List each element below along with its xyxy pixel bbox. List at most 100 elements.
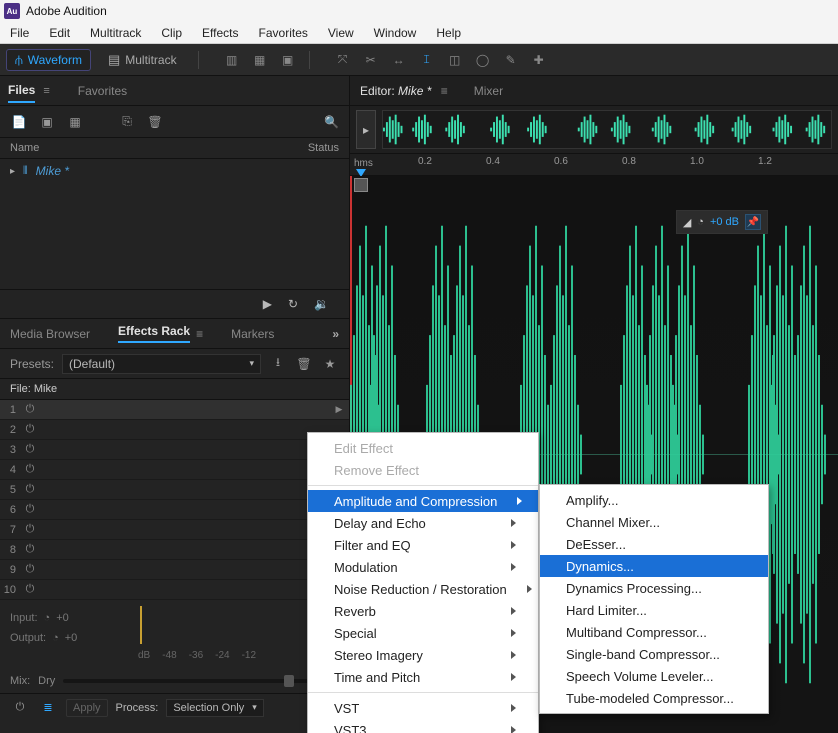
- tab-mixer[interactable]: Mixer: [474, 84, 503, 98]
- mode-waveform-button[interactable]: ⫛ Waveform: [6, 49, 91, 71]
- slot-power-icon[interactable]: ⏻: [20, 563, 40, 576]
- gain-hud[interactable]: ◢ ◔ +0 dB 📌: [676, 210, 768, 234]
- menu-item[interactable]: Dynamics...: [540, 555, 768, 577]
- fade-in-icon[interactable]: ◢: [683, 216, 691, 229]
- effects-slot[interactable]: 2⏻: [0, 420, 349, 440]
- marquee-tool-icon[interactable]: ◫: [446, 51, 464, 69]
- move-tool-icon[interactable]: ⤧: [334, 51, 352, 69]
- heal-tool-icon[interactable]: ✚: [530, 51, 548, 69]
- menu-item[interactable]: DeEsser...: [540, 533, 768, 555]
- spectral-toggle-icon[interactable]: ▥: [223, 51, 241, 69]
- menu-favorites[interactable]: Favorites: [249, 24, 318, 42]
- file-row[interactable]: ▸ ⫴ Mike *: [6, 161, 343, 181]
- menu-item[interactable]: Single-band Compressor...: [540, 643, 768, 665]
- tab-markers[interactable]: Markers: [231, 327, 274, 341]
- open-file-icon[interactable]: 📄: [10, 113, 28, 131]
- menu-item[interactable]: VST: [308, 697, 538, 719]
- col-name[interactable]: Name: [10, 142, 308, 154]
- menu-bar[interactable]: File Edit Multitrack Clip Effects Favori…: [0, 22, 838, 44]
- overview-play-icon[interactable]: ▸: [356, 110, 376, 149]
- slot-power-icon[interactable]: ⏻: [20, 583, 40, 596]
- menu-view[interactable]: View: [318, 24, 364, 42]
- process-dropdown[interactable]: Selection Only ▾: [166, 699, 263, 717]
- tab-media-browser[interactable]: Media Browser: [10, 327, 90, 341]
- delete-preset-icon[interactable]: 🗑: [295, 355, 313, 373]
- slot-power-icon[interactable]: ⏻: [20, 503, 40, 516]
- menu-multitrack[interactable]: Multitrack: [80, 24, 151, 42]
- menu-help[interactable]: Help: [426, 24, 471, 42]
- menu-item[interactable]: Filter and EQ: [308, 534, 538, 556]
- effects-slot[interactable]: 1⏻▶: [0, 400, 349, 420]
- pin-icon[interactable]: 📌: [745, 214, 761, 230]
- effects-slot[interactable]: 10⏻: [0, 580, 349, 600]
- menu-item[interactable]: Amplitude and Compression: [308, 490, 538, 512]
- menu-item[interactable]: Multiband Compressor...: [540, 621, 768, 643]
- menu-item[interactable]: Delay and Echo: [308, 512, 538, 534]
- menu-item[interactable]: Dynamics Processing...: [540, 577, 768, 599]
- razor-tool-icon[interactable]: ✂: [362, 51, 380, 69]
- slider-thumb[interactable]: [284, 675, 294, 687]
- menu-item[interactable]: Hard Limiter...: [540, 599, 768, 621]
- effects-slot[interactable]: 8⏻: [0, 540, 349, 560]
- gauge-icon[interactable]: ◔: [52, 632, 59, 644]
- gauge-icon[interactable]: ◔: [697, 216, 704, 228]
- menu-item[interactable]: Noise Reduction / Restoration: [308, 578, 538, 600]
- overview-waveform[interactable]: [382, 110, 832, 149]
- menu-file[interactable]: File: [0, 24, 39, 42]
- loop-icon[interactable]: ↻: [288, 297, 298, 311]
- menu-item[interactable]: Channel Mixer...: [540, 511, 768, 533]
- files-list[interactable]: ▸ ⫴ Mike *: [0, 159, 349, 289]
- slot-power-icon[interactable]: ⏻: [20, 423, 40, 436]
- panel-menu-icon[interactable]: ≡: [43, 85, 49, 97]
- effects-slot[interactable]: 6⏻: [0, 500, 349, 520]
- menu-item[interactable]: Amplify...: [540, 489, 768, 511]
- apply-button[interactable]: Apply: [66, 699, 108, 717]
- expand-panel-icon[interactable]: »: [332, 327, 339, 341]
- favorite-icon[interactable]: ★: [321, 355, 339, 373]
- effects-slot[interactable]: 9⏻: [0, 560, 349, 580]
- new-file-icon[interactable]: ▣: [38, 113, 56, 131]
- menu-item[interactable]: Time and Pitch: [308, 666, 538, 688]
- menu-item[interactable]: Tube-modeled Compressor...: [540, 687, 768, 709]
- menu-item[interactable]: Modulation: [308, 556, 538, 578]
- effects-slot[interactable]: 7⏻: [0, 520, 349, 540]
- menu-item[interactable]: Speech Volume Leveler...: [540, 665, 768, 687]
- hud-toggle-icon[interactable]: ▣: [279, 51, 297, 69]
- col-status[interactable]: Status: [308, 142, 339, 154]
- menu-clip[interactable]: Clip: [151, 24, 192, 42]
- slip-tool-icon[interactable]: ↔: [390, 51, 408, 69]
- slot-power-icon[interactable]: ⏻: [20, 483, 40, 496]
- lasso-tool-icon[interactable]: ◯: [474, 51, 492, 69]
- gauge-icon[interactable]: ◔: [44, 612, 51, 624]
- time-selection-tool-icon[interactable]: 𝙸: [418, 51, 436, 69]
- autoplay-icon[interactable]: 🔉: [314, 297, 329, 311]
- tab-effects-rack[interactable]: Effects Rack: [118, 324, 190, 343]
- menu-item[interactable]: VST3: [308, 719, 538, 733]
- slot-power-icon[interactable]: ⏻: [20, 543, 40, 556]
- menu-edit[interactable]: Edit: [39, 24, 80, 42]
- mode-multitrack-button[interactable]: ▤ Multitrack: [99, 49, 186, 71]
- mix-slider[interactable]: [63, 679, 311, 683]
- menu-effects[interactable]: Effects: [192, 24, 248, 42]
- brush-tool-icon[interactable]: ✎: [502, 51, 520, 69]
- search-icon[interactable]: 🔍: [324, 115, 339, 129]
- slot-power-icon[interactable]: ⏻: [20, 403, 40, 416]
- amplitude-submenu[interactable]: Amplify...Channel Mixer...DeEsser...Dyna…: [539, 484, 769, 714]
- effects-slot[interactable]: 3⏻: [0, 440, 349, 460]
- menu-item[interactable]: Stereo Imagery: [308, 644, 538, 666]
- new-multitrack-icon[interactable]: ▦: [66, 113, 84, 131]
- tab-favorites[interactable]: Favorites: [78, 80, 127, 102]
- pitch-display-icon[interactable]: ▦: [251, 51, 269, 69]
- time-ruler[interactable]: hms 0.2 0.4 0.6 0.8 1.0 1.2: [350, 154, 838, 176]
- menu-item[interactable]: Reverb: [308, 600, 538, 622]
- play-icon[interactable]: ▶: [263, 297, 272, 311]
- panel-menu-icon[interactable]: ≡: [196, 327, 203, 341]
- expand-icon[interactable]: ▸: [10, 166, 15, 177]
- slot-power-icon[interactable]: ⏻: [20, 443, 40, 456]
- panel-menu-icon[interactable]: ≡: [441, 84, 448, 98]
- power-toggle-icon[interactable]: ⏻: [10, 699, 30, 717]
- slot-menu-arrow-icon[interactable]: ▶: [329, 404, 349, 415]
- effects-context-menu[interactable]: Edit EffectRemove EffectAmplitude and Co…: [307, 432, 539, 733]
- list-icon[interactable]: ≣: [38, 699, 58, 717]
- slot-power-icon[interactable]: ⏻: [20, 523, 40, 536]
